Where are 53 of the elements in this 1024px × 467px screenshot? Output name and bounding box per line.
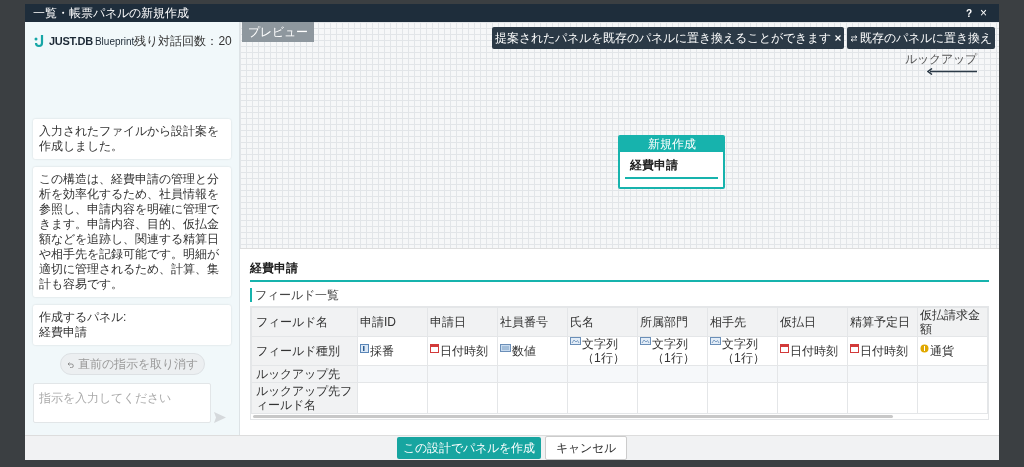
field-name: 仮払日: [780, 315, 816, 329]
calendar-icon: [430, 344, 439, 353]
close-icon[interactable]: [835, 35, 841, 41]
close-button[interactable]: ×: [976, 7, 991, 19]
field-name: 氏名: [570, 315, 594, 329]
field-type: 通貨: [930, 344, 954, 358]
replace-button[interactable]: 既存のパネルに置き換え: [847, 27, 995, 49]
section-heading: フィールド一覧: [250, 288, 989, 302]
panel-node[interactable]: 新規作成 経費申請: [618, 135, 725, 189]
field-type: 日付時刻: [790, 344, 838, 358]
field-name: 社員番号: [500, 315, 548, 329]
cancel-button[interactable]: キャンセル: [545, 436, 627, 460]
field-name: 仮払請求金額: [920, 308, 980, 336]
chat-message: 作成するパネル: 経費申請: [33, 305, 231, 345]
panel-title: 経費申請: [250, 259, 989, 282]
logo-subtext: Blueprint: [94, 34, 135, 49]
row-header: ルックアップ先フィールド名: [251, 382, 358, 414]
arrow-icon: [927, 68, 977, 75]
node-title: 経費申請: [625, 152, 718, 179]
field-type: 数値: [512, 344, 536, 358]
help-button[interactable]: ?: [961, 5, 976, 21]
window-title: 一覧・帳票パネルの新規作成: [33, 5, 190, 22]
calendar-icon: [850, 344, 859, 353]
field-type: 文字列（1行）: [652, 337, 696, 365]
number-field-icon: [500, 344, 511, 352]
chat-message: この構造は、経費申請の管理と分析を効率化するため、社員情報を参照し、申請内容を明確に管理できます。申請内容、目的、仮払金額などを追跡し、関連する精算日や相手先を記録可能です。明細が適切に管理されるため、計算、集計も容易です。: [33, 167, 231, 297]
coin-icon: [920, 344, 929, 353]
instruction-input[interactable]: 指示を入力してください: [33, 383, 211, 423]
text-field-icon: [640, 337, 651, 345]
row-header: フィールド種別: [251, 336, 358, 366]
text-field-icon: [570, 337, 581, 345]
field-type: 日付時刻: [860, 344, 908, 358]
field-type: 採番: [370, 344, 394, 358]
text-field-icon: [710, 337, 721, 345]
calendar-icon: [780, 344, 789, 353]
lookup-label: ルックアップ: [905, 51, 977, 68]
field-type: 日付時刻: [440, 344, 488, 358]
field-name: 精算予定日: [850, 315, 910, 329]
remaining-count: 残り対話回数：20: [134, 33, 232, 50]
logo-text: JUST.DB: [49, 33, 93, 49]
numbering-icon: [360, 344, 369, 353]
hint-text: 提案されたパネルを既存のパネルに置き換えることができます: [495, 30, 831, 47]
field-type: 文字列（1行）: [722, 337, 766, 365]
swap-icon: [850, 34, 858, 42]
undo-icon: [66, 360, 74, 368]
field-name: 申請日: [430, 315, 466, 329]
node-badge: 新規作成: [620, 137, 723, 152]
field-type: 文字列（1行）: [582, 337, 626, 365]
field-name: 所属部門: [640, 315, 688, 329]
field-name: 相手先: [710, 315, 746, 329]
field-name: 申請ID: [360, 315, 396, 329]
row-header: フィールド名: [251, 307, 358, 337]
chat-message: 入力されたファイルから設計案を作成しました。: [33, 119, 231, 159]
